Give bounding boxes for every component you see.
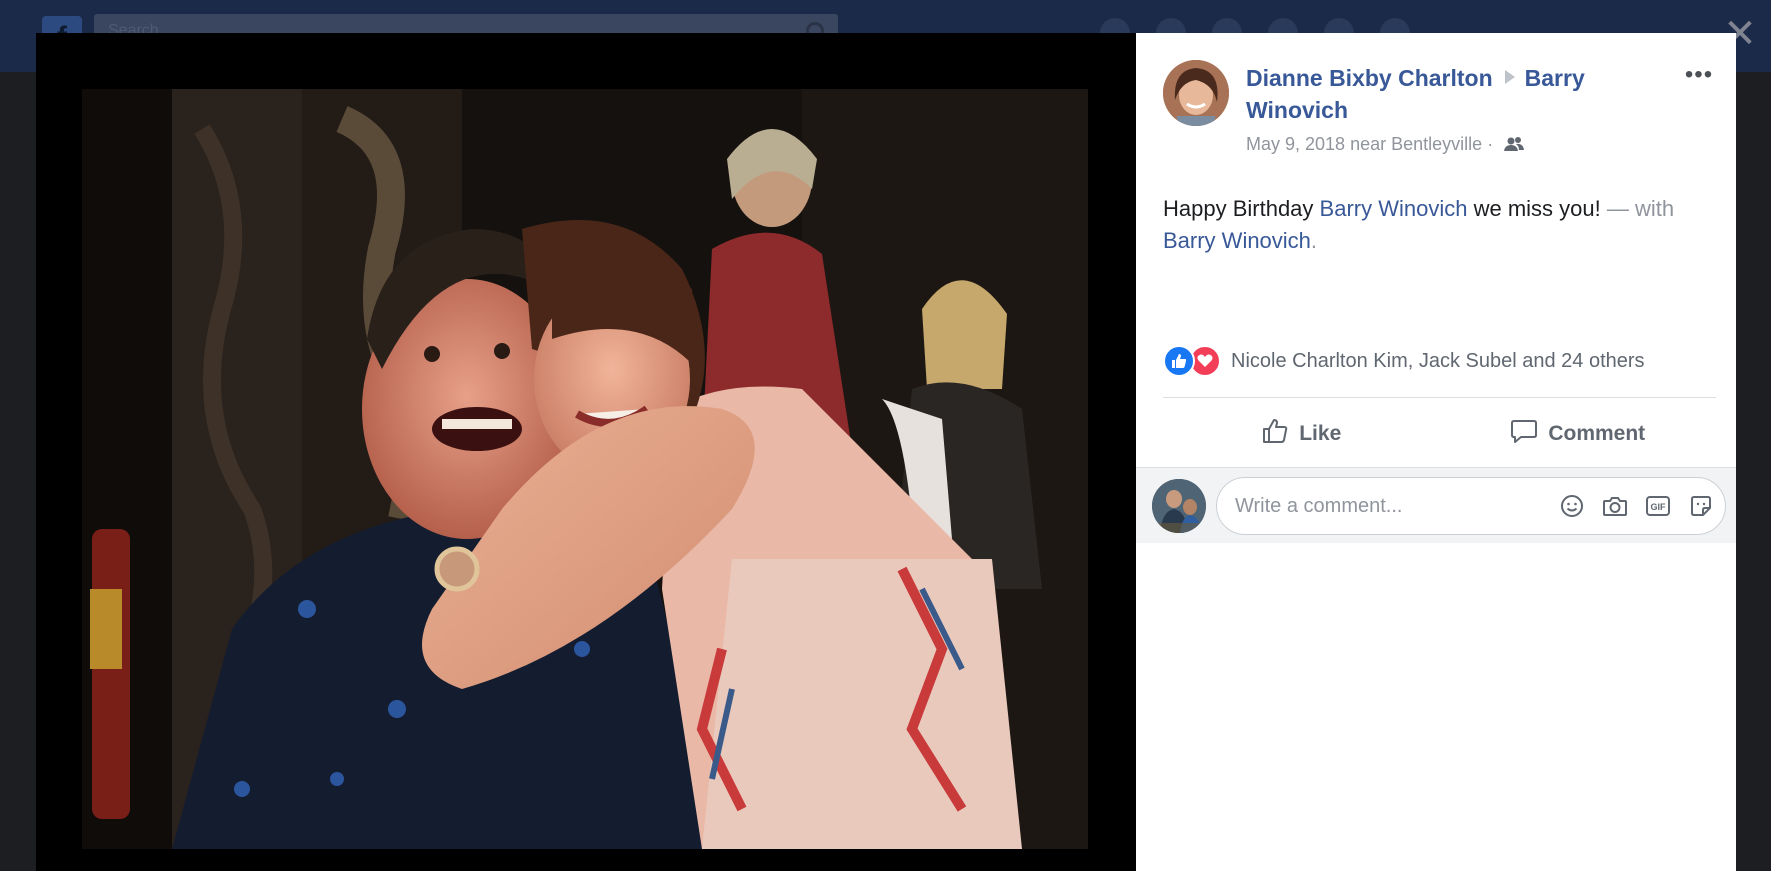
location-prefix: near (1350, 134, 1387, 154)
location-link[interactable]: Bentleyville (1391, 134, 1482, 154)
like-button[interactable]: Like (1163, 405, 1440, 463)
photo-theater: Dianne Bixby Charlton Barry Winovich May … (36, 33, 1736, 871)
post-author-line: Dianne Bixby Charlton Barry Winovich (1246, 62, 1646, 126)
post-date-link[interactable]: May 9, 2018 (1246, 134, 1345, 154)
post-meta: May 9, 2018 near Bentleyville · (1246, 134, 1525, 157)
camera-icon[interactable] (1601, 492, 1629, 520)
meta-separator: · (1487, 134, 1494, 154)
post-message: Happy Birthday Barry Winovich we miss yo… (1163, 193, 1708, 257)
photo-illustration (82, 89, 1088, 849)
sticker-icon[interactable] (1687, 492, 1715, 520)
with-person-link[interactable]: Barry Winovich (1163, 228, 1311, 253)
with-end: . (1310, 228, 1318, 253)
post-actions: Like Comment (1163, 405, 1716, 463)
author-avatar[interactable] (1163, 60, 1229, 126)
friends-icon[interactable] (1504, 136, 1525, 157)
comment-input[interactable] (1235, 478, 1515, 534)
author-avatar-image (1163, 60, 1229, 126)
comment-box: GIF (1216, 477, 1726, 535)
reactions-summary[interactable]: Nicole Charlton Kim, Jack Subel and 24 o… (1163, 345, 1645, 377)
post-side-panel: Dianne Bixby Charlton Barry Winovich May … (1136, 33, 1736, 871)
gif-icon[interactable]: GIF (1644, 492, 1672, 520)
with-label: — with (1606, 196, 1675, 221)
actions-divider (1163, 397, 1716, 398)
author-name-link[interactable]: Dianne Bixby Charlton (1246, 65, 1493, 91)
comment-button-label: Comment (1548, 422, 1646, 445)
message-tag-link[interactable]: Barry Winovich (1320, 196, 1468, 221)
svg-text:GIF: GIF (1651, 502, 1667, 512)
like-button-label: Like (1299, 422, 1342, 445)
comment-attachment-icons: GIF (1558, 492, 1715, 520)
more-options-icon[interactable]: ••• (1682, 63, 1716, 88)
thumbs-up-icon (1261, 417, 1289, 451)
like-reaction-icon (1163, 345, 1195, 377)
message-prefix: Happy Birthday (1163, 196, 1314, 221)
emoji-icon[interactable] (1558, 492, 1586, 520)
photo-stage[interactable] (36, 33, 1136, 871)
comment-button[interactable]: Comment (1440, 405, 1717, 463)
comment-bubble-icon (1510, 417, 1538, 451)
triangle-right-icon (1504, 70, 1515, 84)
comment-composer: GIF (1136, 467, 1736, 543)
post-photo (82, 89, 1088, 849)
reaction-names[interactable]: Nicole Charlton Kim, Jack Subel and 24 o… (1231, 350, 1645, 373)
viewer-avatar-image (1152, 479, 1206, 533)
message-suffix: we miss you! (1473, 196, 1601, 221)
viewer-avatar[interactable] (1152, 479, 1206, 533)
